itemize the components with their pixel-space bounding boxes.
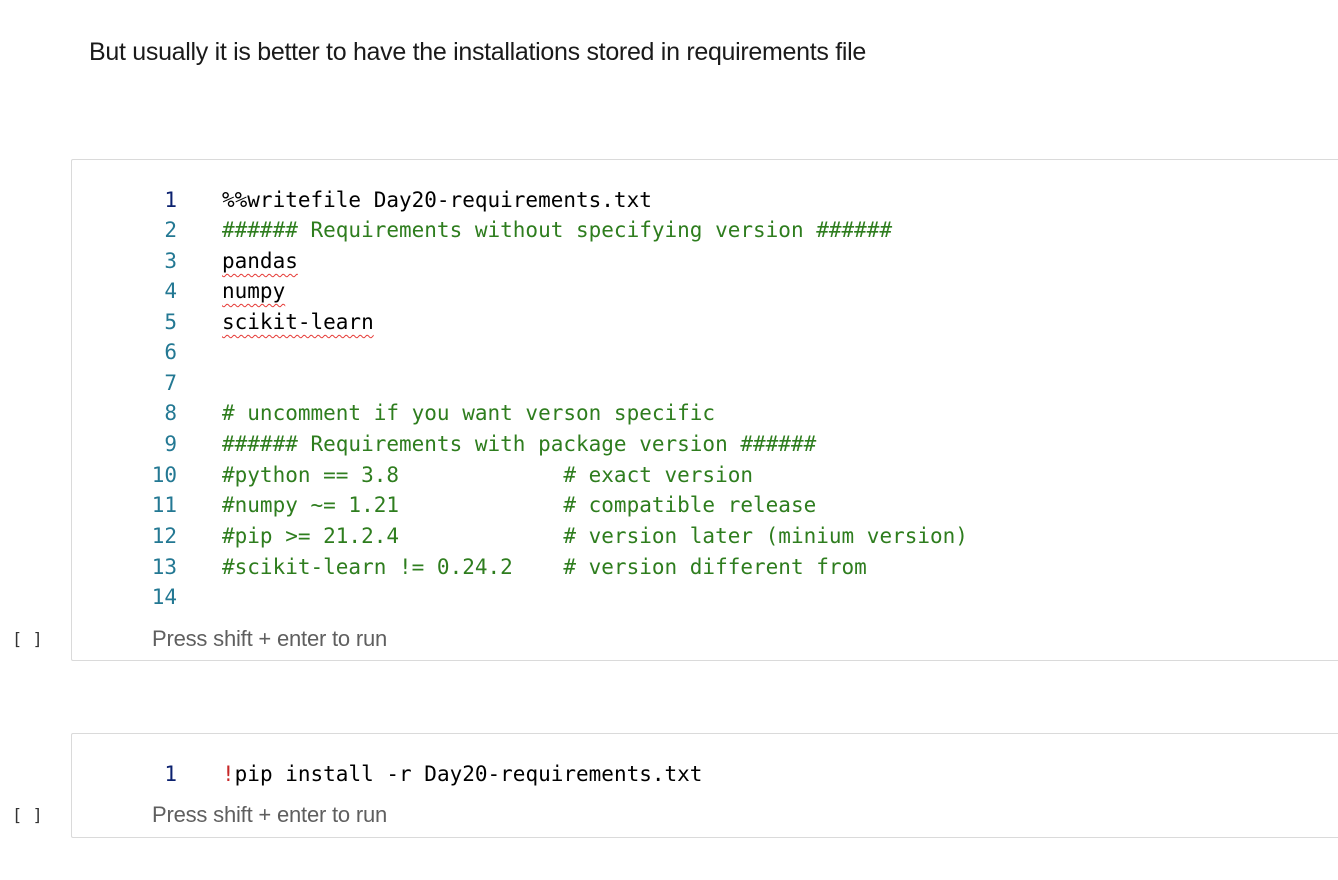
cell-1-run-button[interactable]: [ ] — [12, 630, 43, 650]
code-comment[interactable]: #numpy ~= 1.21 # compatible release — [222, 490, 816, 520]
markdown-text: But usually it is better to have the ins… — [89, 38, 867, 66]
line-number: 8 — [164, 401, 177, 425]
code-cell-2[interactable]: 1 !pip install -r Day20-requirements.txt… — [71, 733, 1338, 838]
code-line[interactable]: 11 #numpy ~= 1.21 # compatible release — [72, 490, 1338, 520]
code-line[interactable]: 2 ###### Requirements without specifying… — [72, 215, 1338, 245]
code-line[interactable]: 1 %%writefile Day20-requirements.txt — [72, 185, 1338, 215]
code-line[interactable]: 14 — [72, 582, 1338, 612]
line-number: 10 — [151, 463, 177, 487]
line-number: 3 — [164, 249, 177, 273]
code-comment[interactable]: #pip >= 21.2.4 # version later (minium v… — [222, 521, 968, 551]
run-hint: Press shift + enter to run — [152, 626, 388, 651]
code-text[interactable]: pandas — [222, 246, 298, 276]
line-number: 9 — [164, 432, 177, 456]
code-cell-1[interactable]: 1 %%writefile Day20-requirements.txt 2 #… — [71, 159, 1338, 661]
code-line[interactable]: 9 ###### Requirements with package versi… — [72, 429, 1338, 459]
line-number: 1 — [164, 762, 177, 786]
code-line[interactable]: 13 #scikit-learn != 0.24.2 # version dif… — [72, 552, 1338, 582]
line-number: 13 — [151, 555, 177, 579]
code-text[interactable]: %%writefile Day20-requirements.txt — [222, 185, 652, 215]
cell-2-run-button[interactable]: [ ] — [12, 806, 43, 826]
code-line[interactable]: 4 numpy — [72, 276, 1338, 306]
code-comment[interactable]: # uncomment if you want verson specific — [222, 398, 715, 428]
line-number: 4 — [164, 279, 177, 303]
shell-bang: ! — [222, 762, 235, 786]
code-line[interactable]: 8 # uncomment if you want verson specifi… — [72, 398, 1338, 428]
line-number: 12 — [151, 524, 177, 548]
line-number: 6 — [164, 340, 177, 364]
code-comment[interactable]: ###### Requirements without specifying v… — [222, 215, 892, 245]
code-text[interactable]: !pip install -r Day20-requirements.txt — [222, 759, 702, 789]
code-line[interactable]: 5 scikit-learn — [72, 307, 1338, 337]
shell-command: pip install -r Day20-requirements.txt — [234, 762, 703, 786]
code-line[interactable]: 12 #pip >= 21.2.4 # version later (miniu… — [72, 521, 1338, 551]
line-number: 5 — [164, 310, 177, 334]
line-number: 11 — [151, 493, 177, 517]
code-line[interactable]: 1 !pip install -r Day20-requirements.txt — [72, 759, 1338, 789]
line-number: 1 — [164, 188, 177, 212]
code-line[interactable]: 3 pandas — [72, 246, 1338, 276]
code-text[interactable]: numpy — [222, 276, 285, 306]
line-number: 7 — [164, 371, 177, 395]
code-text[interactable]: scikit-learn — [222, 307, 374, 337]
code-comment[interactable]: #python == 3.8 # exact version — [222, 460, 753, 490]
code-comment[interactable]: ###### Requirements with package version… — [222, 429, 816, 459]
line-number: 2 — [164, 218, 177, 242]
code-line[interactable]: 10 #python == 3.8 # exact version — [72, 460, 1338, 490]
code-comment[interactable]: #scikit-learn != 0.24.2 # version differ… — [222, 552, 867, 582]
run-hint: Press shift + enter to run — [152, 802, 388, 827]
line-number: 14 — [151, 585, 177, 609]
code-line[interactable]: 6 — [72, 337, 1338, 367]
code-line[interactable]: 7 — [72, 368, 1338, 398]
